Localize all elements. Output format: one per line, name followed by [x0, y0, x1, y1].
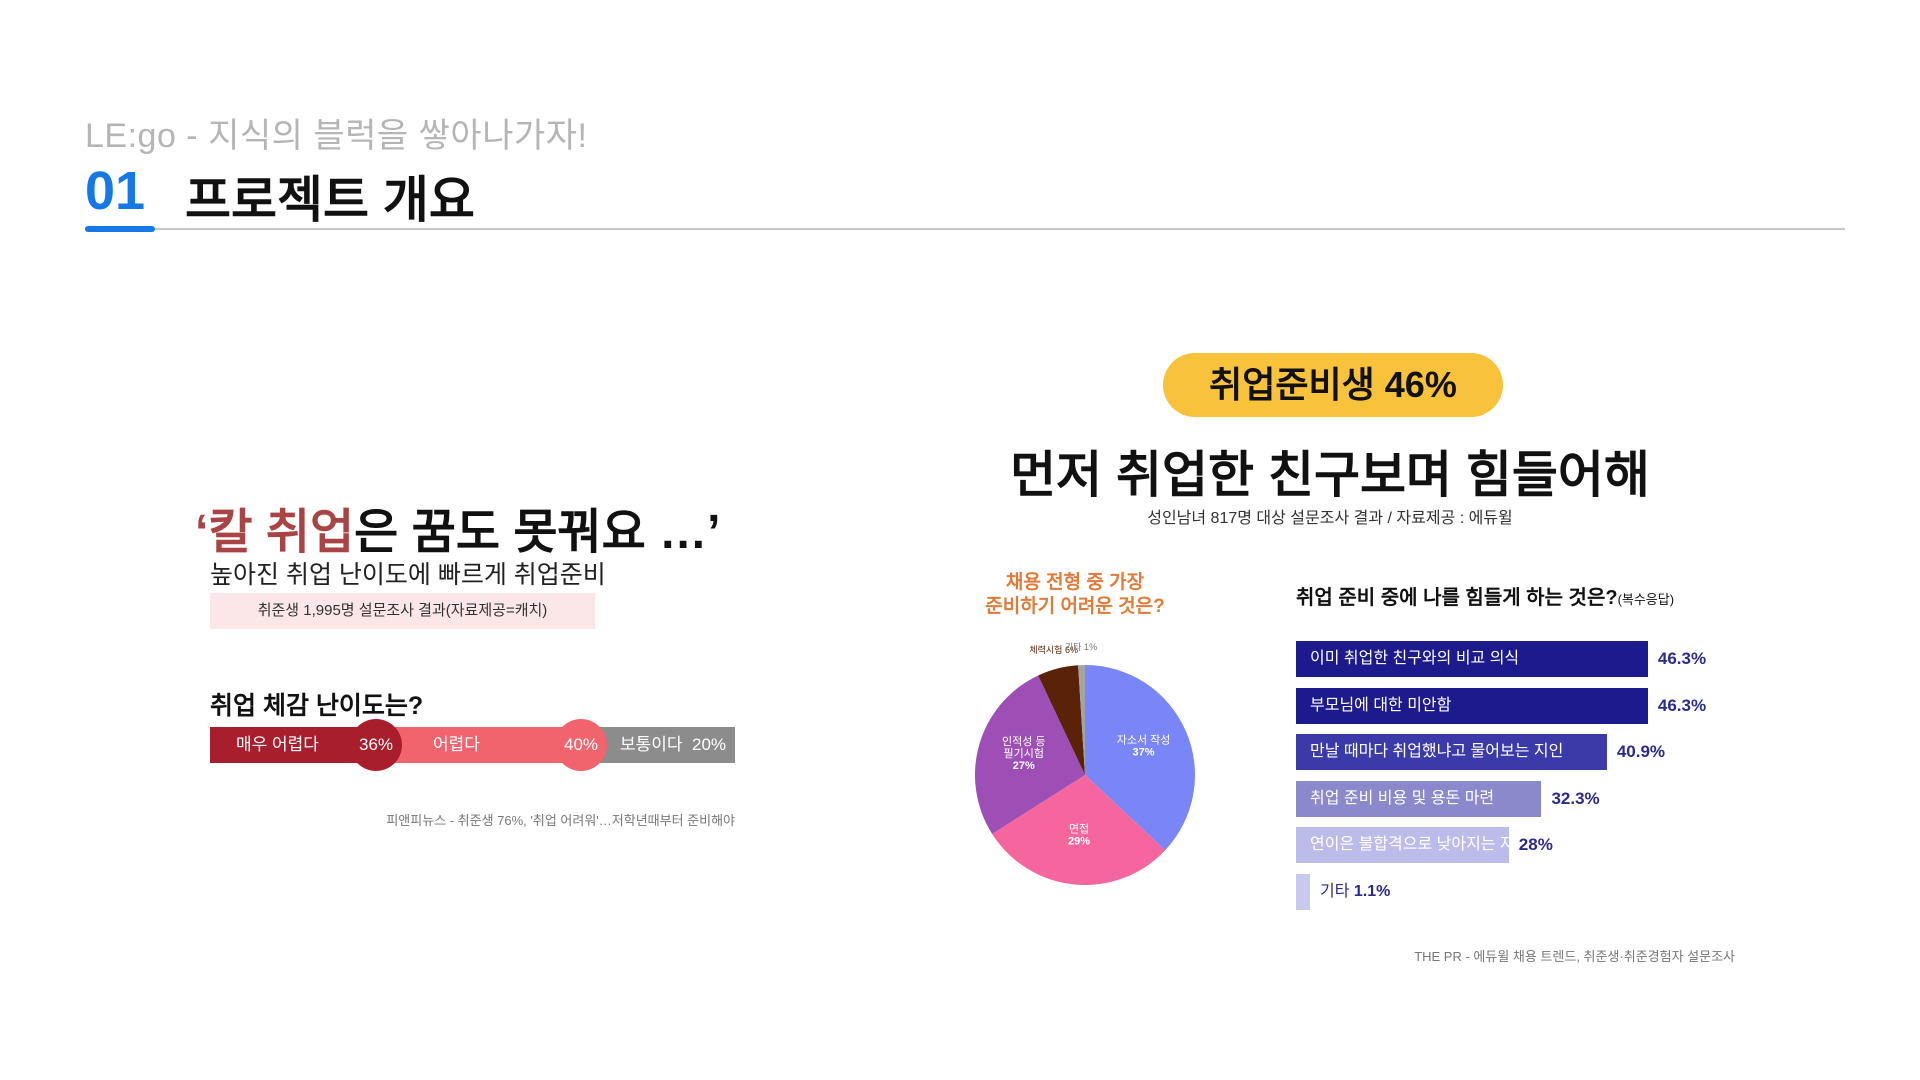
pie-chart: 자소서 작성 37%면접 29%인적성 등 필기시험 27%체력시험 6%기타 1%	[975, 642, 1195, 885]
bar-value: 46.3%	[1657, 695, 1707, 715]
difficulty-title: 취업 체감 난이도는?	[210, 692, 424, 720]
survey-source-box: 취준생 1,995명 설문조사 결과(자료제공=캐치)	[210, 593, 595, 629]
bar-value: 32.3%	[1551, 788, 1600, 808]
bar-label: 이미 취업한 친구와의 비교 의식	[1310, 650, 1520, 667]
bar-label: 만날 때마다 취업했냐고 물어보는 지인	[1310, 743, 1564, 760]
pie-slice-label: 면접 29%	[1068, 823, 1090, 848]
bar-value: 28%	[1518, 835, 1553, 854]
left-source-note: 피앤피뉴스 - 취준생 76%, '취업 어려워'…저학년때부터 준비해야	[386, 813, 735, 828]
difficulty-value-bubble: 40%	[555, 719, 607, 771]
quote-rest: 은 꿈도 못꿔요 …’	[354, 506, 721, 559]
bar-label: 부모님에 대한 미안함	[1310, 696, 1452, 714]
bar-label: 연이은 불합격으로 낮아지는 자신감	[1310, 836, 1545, 853]
bar-item	[1296, 873, 1310, 910]
bar-chart-title: 취업 준비 중에 나를 힘들게 하는 것은?(복수응답)	[1296, 581, 1674, 610]
difficulty-label: 매우 어렵다	[236, 735, 319, 754]
quote-title: ‘칼 취업은 꿈도 못꿔요 …’	[195, 492, 720, 562]
bar-value: 40.9%	[1616, 742, 1666, 761]
header-subtitle: LE:go - 지식의 블럭을 쌓아나가자!	[85, 117, 588, 155]
bar-chart-title-text: 취업 준비 중에 나를 힘들게 하는 것은?	[1296, 587, 1618, 609]
section-title: 프로젝트 개요	[185, 172, 475, 228]
difficulty-value: 20%	[692, 735, 727, 754]
difficulty-label: 보통이다	[620, 735, 683, 754]
quote-highlight: 칼 취업	[208, 506, 355, 559]
pie-title-line: 채용 전형 중 가장	[1005, 572, 1145, 593]
header-divider	[85, 228, 1845, 230]
bar-value: 46.3%	[1657, 649, 1707, 668]
difficulty-value-bubble: 36%	[350, 719, 402, 771]
difficulty-segment-hard: 어렵다	[375, 727, 570, 763]
bar-label: 취업 준비 비용 및 용돈 마련	[1310, 789, 1495, 807]
bar-value: 1.1%	[1353, 882, 1391, 900]
difficulty-bar: 매우 어렵다 어렵다 36% 40% 보통이다 20%	[210, 719, 735, 771]
pie-slice-label: 기타 1%	[1065, 642, 1097, 652]
bar-chart-title-note: (복수응답)	[1617, 592, 1675, 607]
highlight-badge: 취업준비생 46%	[1163, 353, 1503, 417]
pie-title-line: 준비하기 어려운 것은?	[985, 596, 1165, 617]
section-number: 01	[85, 161, 146, 221]
difficulty-label: 어렵다	[433, 735, 480, 754]
main-source-line: 성인남녀 817명 대상 설문조사 결과 / 자료제공 : 에듀윌	[1147, 510, 1513, 527]
pie-title: 채용 전형 중 가장 준비하기 어려운 것은?	[960, 571, 1190, 619]
bar-label: 기타 1.1%	[1320, 882, 1391, 900]
main-title: 먼저 취업한 친구보며 힘들어해	[1010, 447, 1650, 503]
bar-chart: 이미 취업한 친구와의 비교 의식 46.3% 부모님에 대한 미안함 46.3% 만날…	[1296, 641, 1776, 921]
right-source-note: THE PR - 에듀윌 채용 트렌드, 취준생·취준경험자 설문조사	[1414, 949, 1735, 964]
quote-subtitle: 높아진 취업 난이도에 빠르게 취업준비	[210, 561, 606, 589]
quote-open-mark: ‘	[195, 506, 209, 559]
header-accent-bar	[85, 226, 155, 232]
